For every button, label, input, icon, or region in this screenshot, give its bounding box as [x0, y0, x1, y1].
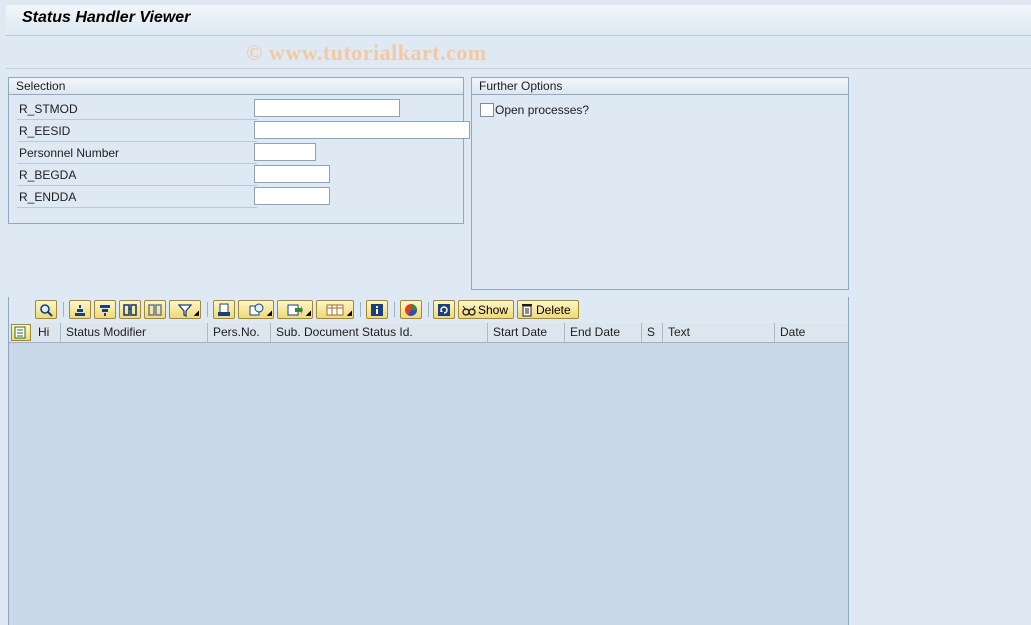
select-layout-icon[interactable]: [11, 324, 31, 341]
show-button-label: Show: [478, 302, 509, 317]
r-stmod-input[interactable]: [254, 99, 400, 117]
refresh-button[interactable]: [433, 300, 455, 319]
refresh-icon: [438, 303, 450, 316]
layout-button[interactable]: ◢: [316, 300, 354, 319]
column-header-date[interactable]: Date: [775, 323, 848, 342]
delete-icon: [522, 303, 532, 316]
layout-icon: [326, 304, 344, 315]
selection-header: Selection: [9, 78, 463, 95]
print-button[interactable]: [213, 300, 235, 319]
export-button[interactable]: ◢: [277, 300, 313, 319]
info-icon: [371, 303, 383, 316]
r-eesid-input[interactable]: [254, 121, 470, 139]
column-header-text[interactable]: Text: [663, 323, 775, 342]
delete-button[interactable]: Delete: [517, 300, 579, 319]
views-dropdown-arrow: ◢: [266, 310, 272, 317]
alv-column-header: Hi Status Modifier Pers.No. Sub. Documen…: [9, 323, 848, 343]
field-label-r-begda: R_BEGDA: [19, 168, 77, 182]
column-header-pers-no[interactable]: Pers.No.: [208, 323, 271, 342]
column-header-start-date[interactable]: Start Date: [488, 323, 565, 342]
graphic-button[interactable]: [400, 300, 422, 319]
views-button[interactable]: ◢: [238, 300, 274, 319]
open-processes-label: Open processes?: [495, 103, 590, 117]
column-header-status-modifier[interactable]: Status Modifier: [61, 323, 208, 342]
personnel-number-input[interactable]: [254, 143, 316, 161]
column-header-sub-document-status-id[interactable]: Sub. Document Status Id.: [271, 323, 488, 342]
selection-group: Selection R_STMOD R_EESID Personnel Numb…: [8, 77, 470, 224]
export-dropdown-arrow: ◢: [305, 310, 311, 317]
column-header-s[interactable]: S: [642, 323, 663, 342]
column-header-hi[interactable]: Hi: [33, 323, 61, 342]
toolbar-separator: [394, 302, 395, 317]
details-icon: [40, 303, 53, 317]
alv-grid-body: [9, 343, 848, 625]
sort-ascending-button[interactable]: [69, 300, 91, 319]
field-label-r-stmod: R_STMOD: [19, 102, 78, 116]
field-row-r-begda: R_BEGDA: [17, 164, 257, 186]
field-row-r-endda: R_ENDDA: [17, 186, 257, 208]
field-label-personnel-number: Personnel Number: [19, 146, 120, 160]
watermark: © www.tutorialkart.com: [246, 40, 487, 65]
print-icon: [218, 303, 230, 316]
toolbar-separator: [63, 302, 64, 317]
field-row-personnel-number: Personnel Number: [17, 142, 257, 164]
export-icon: [287, 304, 303, 315]
details-button[interactable]: [35, 300, 57, 319]
open-processes-checkbox[interactable]: [480, 103, 494, 117]
toolbar-separator: [428, 302, 429, 317]
delete-button-label: Delete: [536, 302, 571, 317]
info-button[interactable]: [366, 300, 388, 319]
graphic-icon: [405, 303, 417, 316]
further-options-header: Further Options: [472, 78, 848, 95]
field-label-r-eesid: R_EESID: [19, 124, 71, 138]
show-icon: [462, 305, 476, 316]
r-endda-input[interactable]: [254, 187, 330, 205]
views-icon: [249, 303, 264, 315]
title-bar: Status Handler Viewer: [6, 5, 1031, 36]
sort-descending-button[interactable]: [94, 300, 116, 319]
alv-grid: ◢ ◢ ◢ ◢ Show Delete Hi Status Modifier P…: [8, 297, 849, 625]
toolbar-separator: [207, 302, 208, 317]
toolbar-separator: [360, 302, 361, 317]
page-title: Status Handler Viewer: [22, 9, 191, 26]
r-begda-input[interactable]: [254, 165, 330, 183]
find-icon: [123, 303, 137, 316]
sort-ascending-icon: [75, 304, 85, 316]
column-header-end-date[interactable]: End Date: [565, 323, 642, 342]
filter-dropdown-arrow: ◢: [193, 310, 199, 317]
find-next-button[interactable]: [144, 300, 166, 319]
field-row-r-stmod: R_STMOD: [17, 98, 257, 120]
application-toolbar: [6, 36, 1031, 69]
alv-toolbar: ◢ ◢ ◢ ◢ Show Delete: [9, 297, 848, 324]
find-button[interactable]: [119, 300, 141, 319]
find-next-icon: [148, 303, 162, 316]
layout-dropdown-arrow: ◢: [346, 310, 352, 317]
filter-icon: [178, 303, 192, 317]
show-button[interactable]: Show: [458, 300, 514, 319]
field-label-r-endda: R_ENDDA: [19, 190, 77, 204]
field-row-r-eesid: R_EESID: [17, 120, 257, 142]
filter-button[interactable]: ◢: [169, 300, 201, 319]
further-options-group: Further Options Open processes?: [471, 77, 849, 290]
sort-descending-icon: [100, 304, 110, 316]
